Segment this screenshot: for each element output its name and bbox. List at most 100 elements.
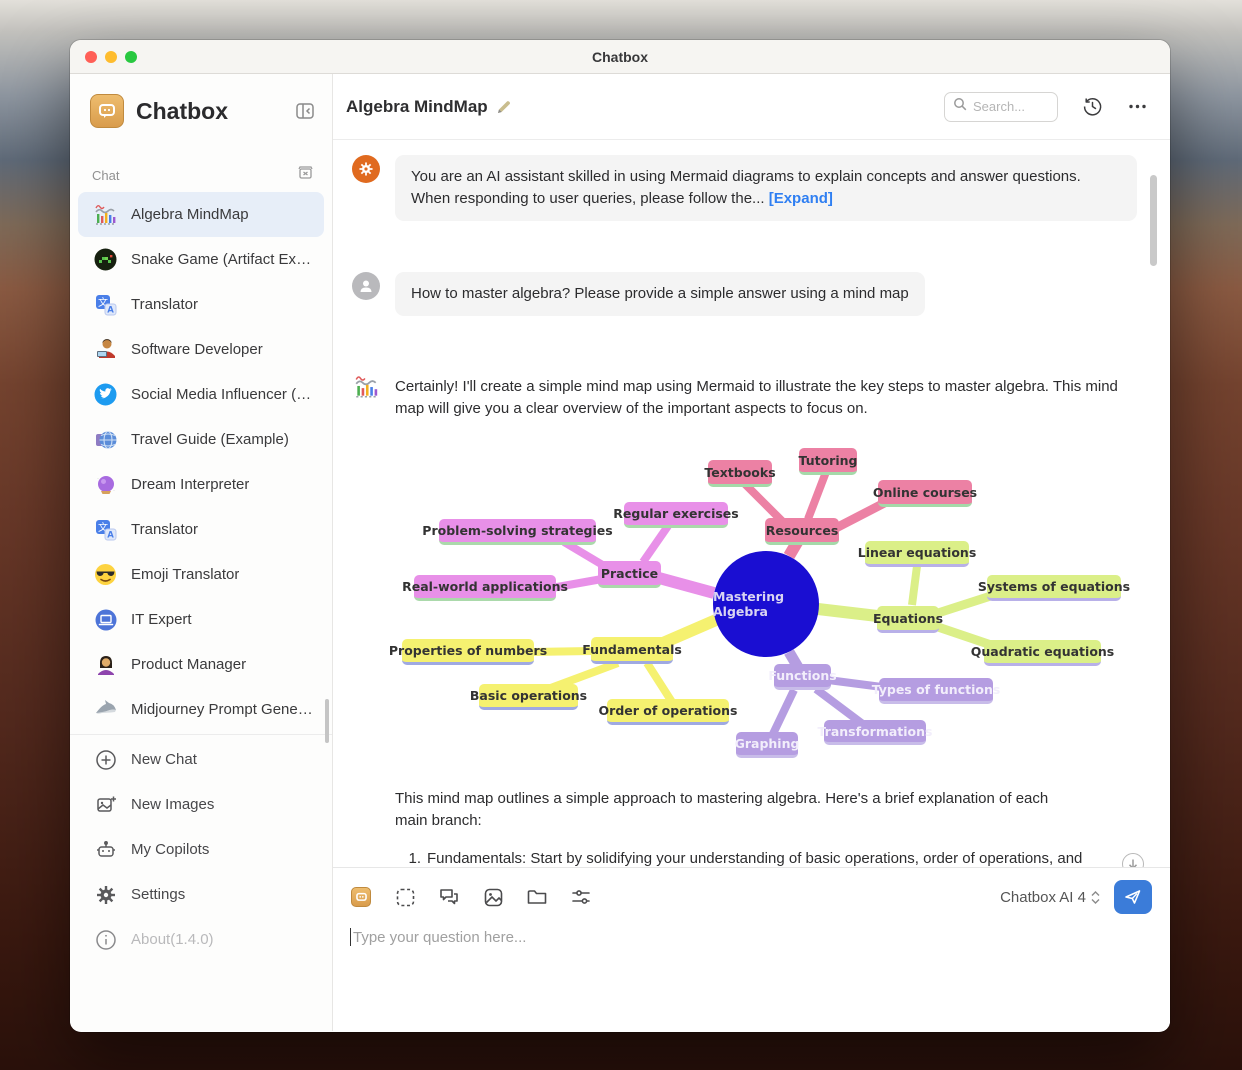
attach-image-icon[interactable] <box>482 886 504 908</box>
message-input[interactable]: Type your question here... <box>350 928 1152 946</box>
plus-circle-icon <box>92 746 119 773</box>
zoom-button[interactable] <box>125 51 137 63</box>
attach-file-icon[interactable] <box>526 886 548 908</box>
assistant-toggle-icon[interactable] <box>350 886 372 908</box>
chart-icon <box>92 201 119 228</box>
app-name: Chatbox <box>136 98 294 125</box>
mermaid-mindmap: Mastering Algebra Resources Textbooks Tu… <box>400 444 1130 766</box>
woman-icon <box>92 651 119 678</box>
search-box[interactable] <box>944 92 1058 122</box>
mindmap-node: Practice <box>598 561 661 588</box>
expand-link[interactable]: [Expand] <box>769 190 833 207</box>
model-label: Chatbox AI 4 <box>1000 889 1086 906</box>
sidebar-divider <box>70 734 332 735</box>
sidebar-item-product-manager[interactable]: Product Manager <box>78 642 324 687</box>
edit-title-icon[interactable] <box>496 99 512 115</box>
main-panel: Algebra MindMap <box>333 74 1170 1031</box>
send-paper-plane-icon <box>1124 888 1142 906</box>
sidebar-item-it-expert[interactable]: IT Expert <box>78 597 324 642</box>
sidebar-item-dream-interpreter[interactable]: ·· Dream Interpreter <box>78 462 324 507</box>
close-button[interactable] <box>85 51 97 63</box>
list-number: 1. <box>395 848 421 868</box>
clear-chats-icon[interactable] <box>297 164 314 186</box>
sidebar-item-translator-2[interactable]: 文A Translator <box>78 507 324 552</box>
text-caret <box>350 928 351 946</box>
chat-scrollbar[interactable] <box>1150 175 1157 266</box>
sidebar-item-translator-1[interactable]: 文A Translator <box>78 282 324 327</box>
sidebar-scrollbar[interactable] <box>325 699 329 743</box>
mindmap-node: Tutoring <box>799 448 857 475</box>
sidebar-item-social-media-influencer[interactable]: Social Media Influencer (E… <box>78 372 324 417</box>
history-icon[interactable] <box>1082 96 1103 117</box>
menu-item-label: My Copilots <box>131 841 209 858</box>
developer-icon <box>92 336 119 363</box>
sidebar-item-label: Software Developer <box>131 341 263 358</box>
search-icon <box>953 97 967 116</box>
sidebar-item-snake-game[interactable]: Snake Game (Artifact Exa… <box>78 237 324 282</box>
shark-icon <box>92 696 119 723</box>
assistant-intro-text: Certainly! I'll create a simple mind map… <box>395 372 1137 420</box>
settings-button[interactable]: Settings <box>78 872 324 917</box>
svg-text:·: · <box>113 488 115 494</box>
sidebar-item-label: Snake Game (Artifact Exa… <box>131 251 314 268</box>
screenshot-select-icon[interactable] <box>394 886 416 908</box>
gear-icon <box>92 881 119 908</box>
sidebar-item-midjourney-prompt[interactable]: Midjourney Prompt Gener… <box>78 687 324 732</box>
search-input[interactable] <box>973 99 1043 114</box>
sidebar-item-label: Travel Guide (Example) <box>131 431 289 448</box>
menu-item-label: New Chat <box>131 751 197 768</box>
sidebar-item-label: Translator <box>131 296 198 313</box>
sidebar-item-travel-guide[interactable]: Travel Guide (Example) <box>78 417 324 462</box>
assistant-message: Certainly! I'll create a simple mind map… <box>333 372 1170 420</box>
mindmap-node: Basic operations <box>479 684 578 710</box>
about-button[interactable]: About(1.4.0) <box>78 917 324 962</box>
sidebar-item-label: Algebra MindMap <box>131 206 249 223</box>
user-avatar <box>352 272 380 300</box>
mindmap-node: Systems of equations <box>987 575 1121 601</box>
chevron-updown-icon <box>1091 891 1100 904</box>
mindmap-node: Graphing <box>736 732 798 758</box>
game-icon <box>92 246 119 273</box>
mindmap-node: Quadratic equations <box>984 640 1101 666</box>
sunglasses-icon <box>92 561 119 588</box>
settings-sliders-icon[interactable] <box>570 886 592 908</box>
sidebar-item-algebra-mindmap[interactable]: Algebra MindMap <box>78 192 324 237</box>
mindmap-node: Online courses <box>878 480 972 507</box>
mindmap-node: Regular exercises <box>624 502 728 528</box>
input-panel: Chatbox AI 4 Type your question here... <box>333 867 1170 1031</box>
quote-messages-icon[interactable] <box>438 886 460 908</box>
sidebar-item-label: IT Expert <box>131 611 192 628</box>
chat-list: Algebra MindMap Snake Game (Artifact Exa… <box>70 192 332 732</box>
my-copilots-button[interactable]: My Copilots <box>78 827 324 872</box>
sidebar-item-label: Midjourney Prompt Gener… <box>131 701 314 718</box>
system-gear-icon <box>352 155 380 183</box>
sidebar-item-emoji-translator[interactable]: Emoji Translator <box>78 552 324 597</box>
more-options-icon[interactable] <box>1127 96 1148 117</box>
translate-icon: 文A <box>92 291 119 318</box>
assistant-list-item: 1. Fundamentals: Start by solidifying yo… <box>333 832 1170 868</box>
chat-scroll-area[interactable]: You are an AI assistant skilled in using… <box>333 140 1170 868</box>
collapse-sidebar-icon[interactable] <box>294 100 316 122</box>
sidebar-item-label: Product Manager <box>131 656 246 673</box>
new-images-button[interactable]: New Images <box>78 782 324 827</box>
info-icon <box>92 926 119 953</box>
mindmap-node: Fundamentals <box>591 637 673 664</box>
system-message-text: You are an AI assistant skilled in using… <box>411 168 1081 207</box>
svg-text:A: A <box>107 305 114 315</box>
sidebar-item-software-developer[interactable]: Software Developer <box>78 327 324 372</box>
new-chat-button[interactable]: New Chat <box>78 737 324 782</box>
menu-item-label: Settings <box>131 886 185 903</box>
bird-icon <box>92 381 119 408</box>
chatbox-logo-icon <box>90 94 124 128</box>
menu-item-label: About(1.4.0) <box>131 931 214 948</box>
menu-item-label: New Images <box>131 796 214 813</box>
system-message-bubble: You are an AI assistant skilled in using… <box>395 155 1137 221</box>
image-plus-icon <box>92 791 119 818</box>
mindmap-node: Order of operations <box>607 699 729 725</box>
mindmap-node: Transformations <box>824 720 926 745</box>
mindmap-node: Textbooks <box>708 460 772 487</box>
minimize-button[interactable] <box>105 51 117 63</box>
list-text: Fundamentals: Start by solidifying your … <box>427 848 1130 868</box>
send-button[interactable] <box>1114 880 1152 914</box>
model-selector[interactable]: Chatbox AI 4 <box>1000 889 1100 906</box>
